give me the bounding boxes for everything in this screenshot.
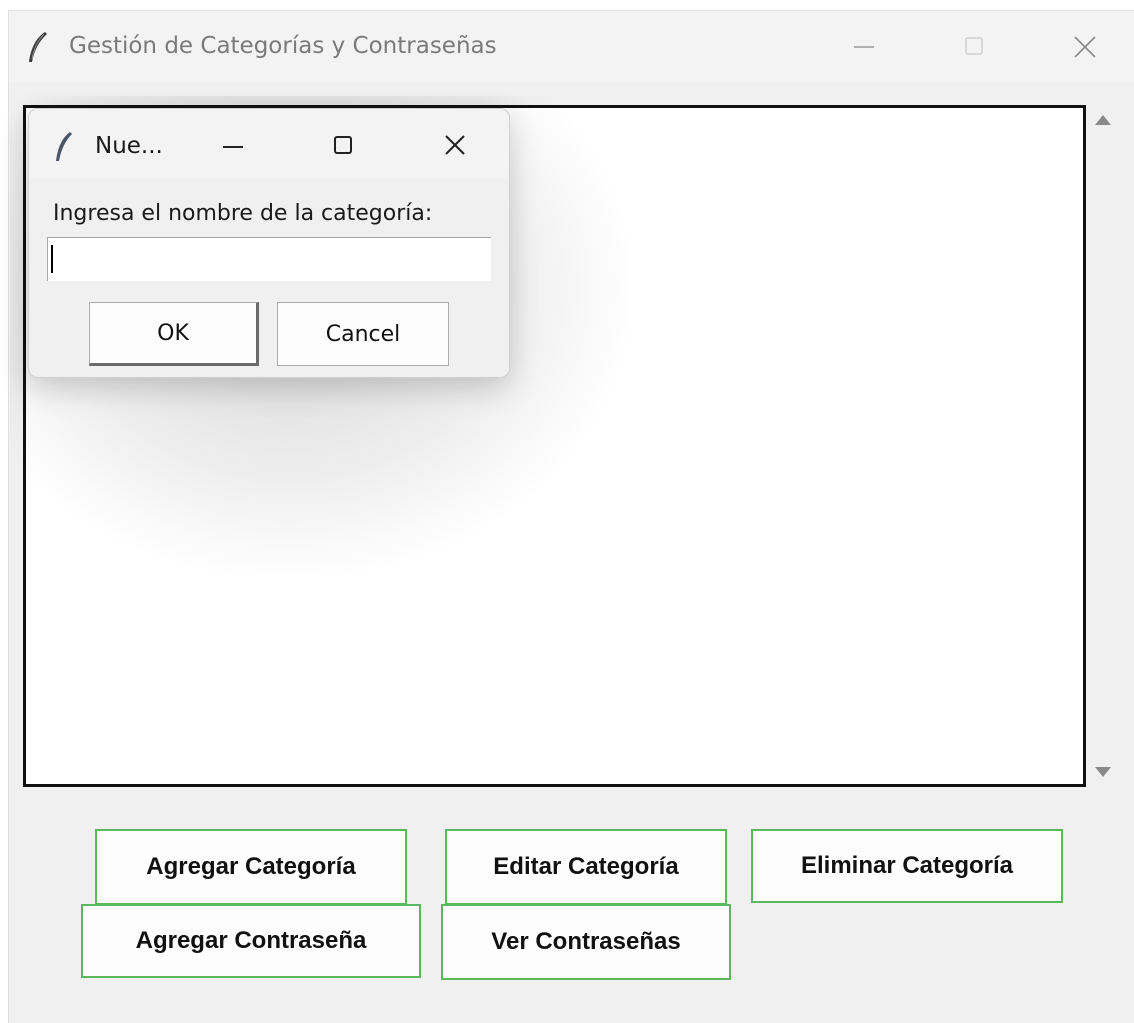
- scroll-down-arrow-icon[interactable]: [1095, 767, 1111, 777]
- maximize-icon[interactable]: [954, 29, 994, 65]
- view-passwords-button[interactable]: Ver Contraseñas: [441, 904, 731, 980]
- minimize-icon[interactable]: [844, 29, 884, 65]
- category-name-input[interactable]: [47, 237, 491, 281]
- dialog-minimize-icon[interactable]: [215, 129, 251, 163]
- text-caret: [51, 245, 53, 273]
- main-titlebar[interactable]: Gestión de Categorías y Contraseñas: [9, 11, 1134, 83]
- add-category-button[interactable]: Agregar Categoría: [95, 829, 407, 905]
- dialog-titlebar[interactable]: Nue...: [29, 109, 509, 179]
- window-title: Gestión de Categorías y Contraseñas: [69, 33, 497, 59]
- dialog-prompt-label: Ingresa el nombre de la categoría:: [53, 201, 433, 226]
- close-icon[interactable]: [1065, 29, 1105, 65]
- edit-category-button[interactable]: Editar Categoría: [445, 829, 727, 905]
- new-category-dialog: Nue... Ingresa el nombre de la categoría…: [28, 108, 510, 378]
- feather-icon: [56, 132, 72, 161]
- add-password-button[interactable]: Agregar Contraseña: [81, 904, 421, 978]
- dialog-maximize-icon[interactable]: [325, 129, 361, 163]
- scroll-up-arrow-icon[interactable]: [1095, 115, 1111, 125]
- cancel-button[interactable]: Cancel: [277, 302, 449, 366]
- delete-category-button[interactable]: Eliminar Categoría: [751, 829, 1063, 903]
- ok-button[interactable]: OK: [89, 302, 259, 366]
- dialog-close-icon[interactable]: [437, 129, 473, 163]
- feather-icon: [29, 32, 47, 62]
- dialog-title: Nue...: [95, 133, 163, 159]
- listbox-scrollbar[interactable]: [1092, 105, 1118, 787]
